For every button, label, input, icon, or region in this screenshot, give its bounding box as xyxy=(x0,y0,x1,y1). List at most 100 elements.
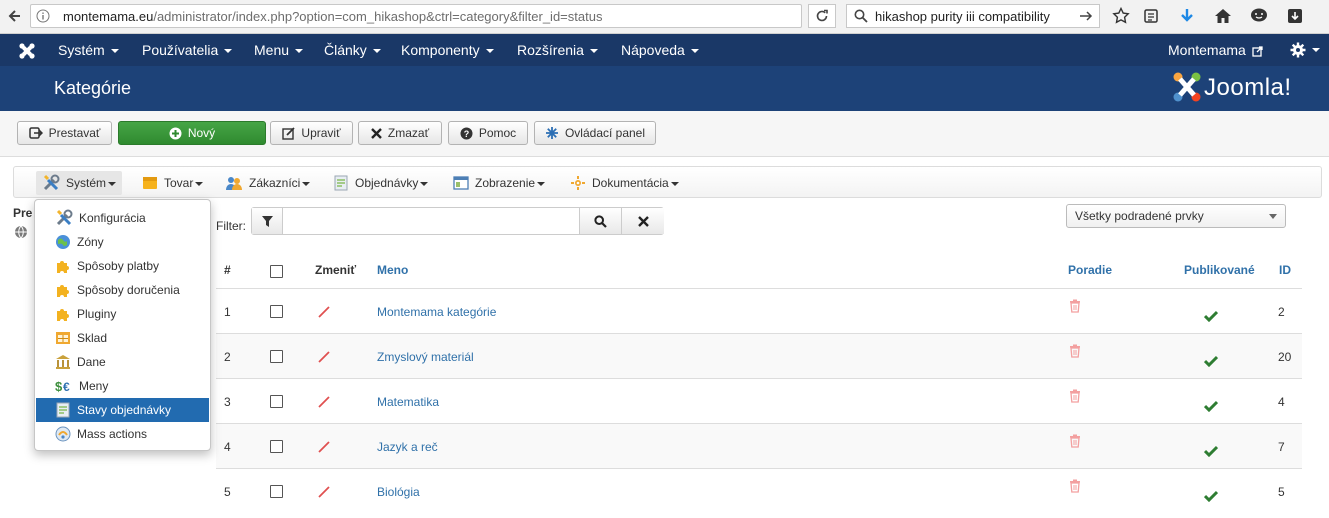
shipping-puzzle-icon xyxy=(55,282,71,298)
delete-button[interactable]: Zmazať xyxy=(358,121,442,145)
hika-menu-display-label: Zobrazenie xyxy=(475,176,545,190)
info-icon[interactable] xyxy=(36,9,50,23)
subcategory-select[interactable]: Všetky podradené prvky xyxy=(1066,204,1286,228)
menu-item-taxes[interactable]: Dane xyxy=(36,350,209,374)
published-check-icon[interactable] xyxy=(1204,428,1218,473)
control-panel-button[interactable]: Ovládací panel xyxy=(534,121,656,145)
browser-toolbar: montemama.eu/administrator/index.php?opt… xyxy=(0,0,1329,34)
filter-funnel-button[interactable] xyxy=(252,208,283,234)
filter-search-button[interactable] xyxy=(579,208,621,234)
nav-articles[interactable]: Články xyxy=(324,34,381,66)
menu-item-shipping-methods[interactable]: Spôsoby doručenia xyxy=(36,278,209,302)
menu-item-plugins[interactable]: Pluginy xyxy=(36,302,209,326)
filter-group xyxy=(251,207,664,235)
delete-trash-icon[interactable] xyxy=(1069,463,1081,508)
edit-pencil-icon[interactable] xyxy=(317,469,331,514)
category-id: 5 xyxy=(1278,484,1285,499)
published-check-icon[interactable] xyxy=(1204,383,1218,428)
row-checkbox[interactable] xyxy=(270,379,283,424)
back-icon[interactable] xyxy=(4,5,26,27)
nav-users[interactable]: Používatelia xyxy=(142,34,232,66)
settings-gear-icon[interactable] xyxy=(1290,42,1306,58)
home-icon[interactable] xyxy=(1212,5,1234,27)
category-name-link[interactable]: Zmyslový materiál xyxy=(377,334,474,379)
url-bar[interactable]: montemama.eu/administrator/index.php?opt… xyxy=(30,4,802,28)
menu-item-zones[interactable]: Zóny xyxy=(36,230,209,254)
published-check-icon[interactable] xyxy=(1204,293,1218,338)
menu-item-currencies[interactable]: $ € Meny xyxy=(36,374,209,398)
hika-menu-documentation[interactable]: Dokumentácia xyxy=(564,171,685,195)
site-link[interactable]: Montemama xyxy=(1168,34,1263,66)
site-name: Montemama xyxy=(1168,42,1246,58)
col-header-published[interactable]: Publikované xyxy=(1184,252,1255,288)
nav-components[interactable]: Komponenty xyxy=(401,34,494,66)
hika-menu-display[interactable]: Zobrazenie xyxy=(447,171,551,195)
filter-clear-button[interactable] xyxy=(621,208,664,234)
row-checkbox[interactable] xyxy=(270,424,283,469)
documentation-icon xyxy=(570,175,586,191)
joomla-logo-icon[interactable] xyxy=(18,42,36,60)
taxes-bank-icon xyxy=(55,354,71,370)
nav-menu[interactable]: Menu xyxy=(254,34,303,66)
row-checkbox[interactable] xyxy=(270,469,283,514)
go-arrow-icon[interactable] xyxy=(1079,9,1093,23)
category-id: 7 xyxy=(1278,439,1285,454)
reload-button[interactable] xyxy=(808,4,836,28)
edit-pencil-icon[interactable] xyxy=(317,289,331,334)
select-all-checkbox[interactable] xyxy=(270,265,283,278)
menu-item-mass-actions-label: Mass actions xyxy=(77,427,148,441)
products-box-icon xyxy=(142,175,158,191)
delete-trash-icon[interactable] xyxy=(1069,328,1081,373)
download-icon[interactable] xyxy=(1176,5,1198,27)
hika-menu-products[interactable]: Tovar xyxy=(136,171,209,195)
menu-item-payment-methods[interactable]: Spôsoby platby xyxy=(36,254,209,278)
rebuild-button[interactable]: Prestavať xyxy=(17,121,112,145)
filter-search-input[interactable] xyxy=(283,208,579,234)
published-check-icon[interactable] xyxy=(1204,473,1218,518)
menu-item-warehouse[interactable]: Sklad xyxy=(36,326,209,350)
bookmark-star-icon[interactable] xyxy=(1110,5,1132,27)
pocket-icon[interactable] xyxy=(1284,5,1306,27)
reading-list-icon[interactable] xyxy=(1140,5,1162,27)
browser-search-bar[interactable]: hikashop purity iii compatibility xyxy=(846,4,1100,28)
row-checkbox[interactable] xyxy=(270,334,283,379)
control-panel-icon xyxy=(545,126,559,140)
edit-pencil-icon[interactable] xyxy=(317,424,331,469)
nav-system[interactable]: Systém xyxy=(58,34,119,66)
category-name-link[interactable]: Montemama kategórie xyxy=(377,289,496,334)
nav-extensions[interactable]: Rozšírenia xyxy=(517,34,598,66)
row-checkbox[interactable] xyxy=(270,289,283,334)
delete-trash-icon[interactable] xyxy=(1069,373,1081,418)
hika-menu-orders[interactable]: Objednávky xyxy=(327,171,434,195)
menu-item-configuration[interactable]: Konfigurácia xyxy=(36,206,209,230)
chat-icon[interactable] xyxy=(1248,5,1270,27)
category-name-link[interactable]: Jazyk a reč xyxy=(377,424,438,469)
hika-menu-customers[interactable]: Zákazníci xyxy=(219,171,316,195)
nav-help[interactable]: Nápoveda xyxy=(621,34,699,66)
delete-trash-icon[interactable] xyxy=(1069,418,1081,463)
table-row: 3 Matematika 4 xyxy=(216,378,1302,424)
published-check-icon[interactable] xyxy=(1204,338,1218,383)
category-name-link[interactable]: Matematika xyxy=(377,379,439,424)
action-toolbar: Prestavať Nový Upraviť Zmazať ? Pomoc Ov… xyxy=(0,111,1329,157)
col-header-name[interactable]: Meno xyxy=(377,252,408,288)
new-button[interactable]: Nový xyxy=(118,121,266,145)
menu-item-warehouse-label: Sklad xyxy=(77,331,108,345)
category-name-link[interactable]: Biológia xyxy=(377,469,420,514)
settings-caret-icon[interactable] xyxy=(1312,48,1320,52)
row-number: 2 xyxy=(224,349,231,364)
edit-pencil-icon[interactable] xyxy=(317,334,331,379)
help-button[interactable]: ? Pomoc xyxy=(448,121,528,145)
edit-button[interactable]: Upraviť xyxy=(270,121,353,145)
hikashop-menu-bar: Systém Tovar Zákazníci Objednávky Zobraz… xyxy=(13,166,1322,198)
url-path: /administrator/index.php?option=com_hika… xyxy=(153,9,603,24)
menu-item-mass-actions[interactable]: Mass actions xyxy=(36,422,209,446)
globe-tree-icon[interactable] xyxy=(14,225,28,239)
help-label: Pomoc xyxy=(478,126,517,140)
hika-menu-system[interactable]: Systém xyxy=(36,171,123,195)
delete-trash-icon[interactable] xyxy=(1069,283,1081,328)
menu-item-order-statuses[interactable]: Stavy objednávky xyxy=(36,398,209,422)
col-header-id[interactable]: ID xyxy=(1279,252,1291,288)
edit-pencil-icon[interactable] xyxy=(317,379,331,424)
col-header-edit: Zmeniť xyxy=(315,263,357,277)
